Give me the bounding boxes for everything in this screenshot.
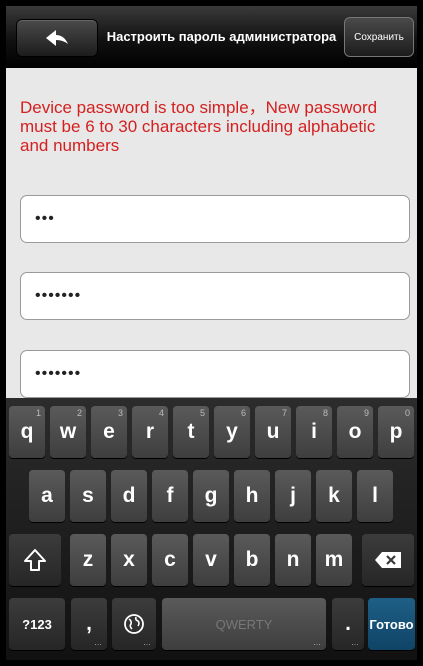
key-t[interactable]: 5t: [173, 406, 209, 458]
done-key[interactable]: Готово: [368, 598, 415, 650]
space-key[interactable]: QWERTY…: [162, 598, 326, 650]
key-e[interactable]: 3e: [91, 406, 127, 458]
key-r[interactable]: 4r: [132, 406, 168, 458]
warning-message: Device password is too simple，New passwo…: [20, 98, 378, 155]
key-w[interactable]: 2w: [50, 406, 86, 458]
confirm-password-field[interactable]: •••••••: [20, 350, 410, 398]
key-m[interactable]: m: [316, 534, 352, 586]
symbols-key[interactable]: ?123: [9, 598, 65, 650]
backspace-key[interactable]: [362, 534, 414, 586]
key-p[interactable]: 0p: [378, 406, 414, 458]
key-o[interactable]: 9o: [337, 406, 373, 458]
key-v[interactable]: v: [193, 534, 229, 586]
key-c[interactable]: c: [152, 534, 188, 586]
key-l[interactable]: l: [357, 470, 393, 522]
comma-key[interactable]: ,…: [71, 598, 107, 650]
key-a[interactable]: a: [29, 470, 65, 522]
arrow-left-icon: [46, 30, 68, 46]
screen: Настроить пароль администратора Сохранит…: [6, 6, 417, 660]
shift-icon: [24, 549, 46, 571]
key-k[interactable]: k: [316, 470, 352, 522]
key-q[interactable]: 1q: [9, 406, 45, 458]
key-j[interactable]: j: [275, 470, 311, 522]
key-s[interactable]: s: [70, 470, 106, 522]
key-z[interactable]: z: [70, 534, 106, 586]
key-i[interactable]: 8i: [296, 406, 332, 458]
key-n[interactable]: n: [275, 534, 311, 586]
soft-keyboard: 1q 2w 3e 4r 5t 6y 7u 8i 9o 0p a s d f g …: [6, 398, 417, 660]
content-area: Device password is too simple，New passwo…: [6, 68, 417, 398]
old-password-field[interactable]: •••: [20, 195, 410, 243]
backspace-icon: [375, 552, 401, 568]
key-y[interactable]: 6y: [214, 406, 250, 458]
key-x[interactable]: x: [111, 534, 147, 586]
language-key[interactable]: …: [112, 598, 156, 650]
page-title: Настроить пароль администратора: [106, 29, 337, 44]
shift-key[interactable]: [9, 534, 61, 586]
key-f[interactable]: f: [152, 470, 188, 522]
back-button[interactable]: [16, 19, 98, 57]
key-u[interactable]: 7u: [255, 406, 291, 458]
save-button[interactable]: Сохранить: [344, 17, 414, 57]
key-h[interactable]: h: [234, 470, 270, 522]
key-b[interactable]: b: [234, 534, 270, 586]
key-d[interactable]: d: [111, 470, 147, 522]
header-bar: Настроить пароль администратора Сохранит…: [6, 6, 417, 68]
period-key[interactable]: .…: [332, 598, 364, 650]
globe-icon: [124, 614, 144, 634]
key-g[interactable]: g: [193, 470, 229, 522]
new-password-field[interactable]: •••••••: [20, 272, 410, 320]
